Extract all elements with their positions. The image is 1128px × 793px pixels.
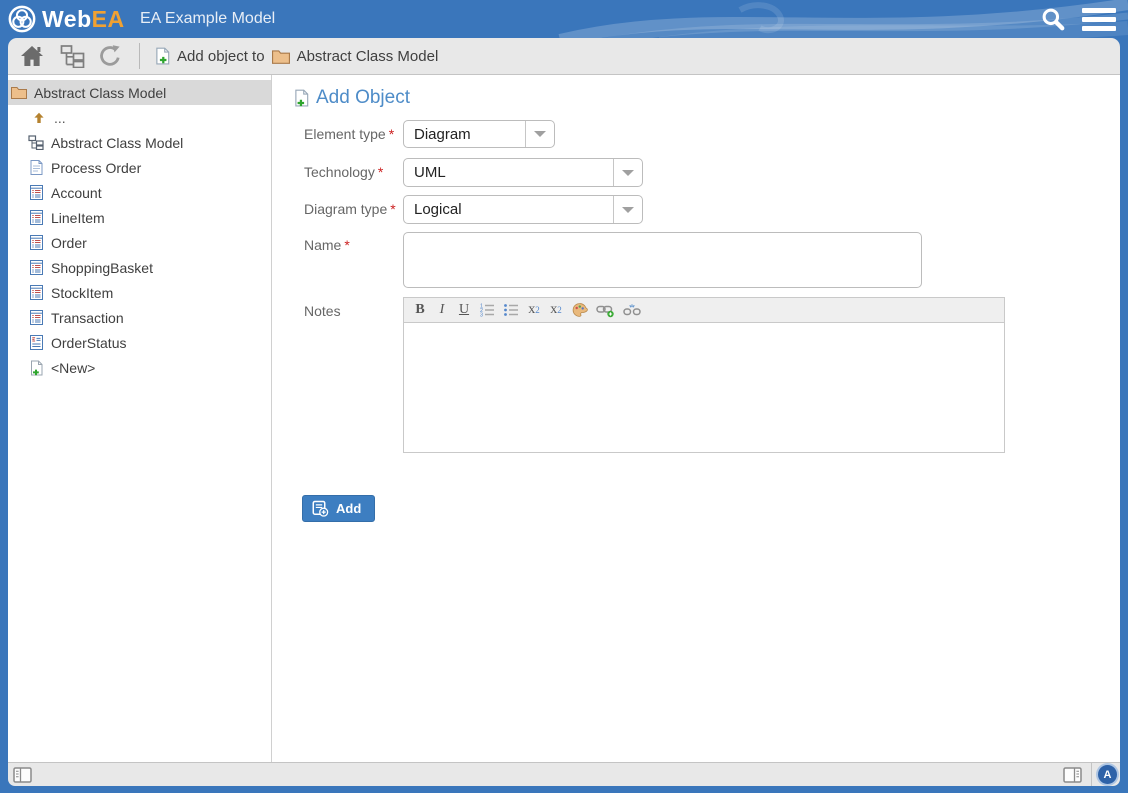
- diagram-type-label: Diagram type*: [304, 201, 400, 217]
- app-header: WebEA EA Example Model: [0, 0, 1128, 38]
- class-icon: [30, 310, 43, 325]
- hamburger-icon: [1082, 8, 1116, 13]
- tree-item-class[interactable]: StockItem: [8, 280, 271, 305]
- search-button[interactable]: [1038, 4, 1068, 34]
- new-object-icon: [30, 360, 43, 376]
- status-bar-right: A: [1054, 763, 1120, 786]
- ordered-list-button[interactable]: 1 2 3: [479, 300, 495, 320]
- link-add-icon: [596, 303, 615, 318]
- chevron-down-icon: [534, 131, 546, 137]
- class-icon: [30, 235, 43, 250]
- tree-item-parent[interactable]: ...: [8, 105, 271, 130]
- dropdown-arrow-button[interactable]: [613, 196, 642, 223]
- notes-field[interactable]: [403, 323, 1005, 453]
- notes-editor-toolbar: B I U 1 2 3: [403, 297, 1005, 323]
- dropdown-arrow-button[interactable]: [613, 159, 642, 186]
- hierarchy-icon: [60, 44, 85, 68]
- name-label: Name*: [304, 237, 400, 253]
- class-icon: [30, 185, 43, 200]
- name-field[interactable]: [403, 232, 922, 288]
- notes-editor: B I U 1 2 3: [403, 297, 1005, 453]
- svg-text:3: 3: [480, 313, 483, 317]
- color-button[interactable]: [571, 300, 588, 320]
- chevron-down-icon: [622, 170, 634, 176]
- bullet-list-button[interactable]: [503, 300, 519, 320]
- element-type-label: Element type*: [304, 126, 400, 142]
- tree-item-class[interactable]: Transaction: [8, 305, 271, 330]
- user-avatar[interactable]: A: [1098, 765, 1117, 784]
- breadcrumb-action: Add object to: [177, 48, 265, 65]
- sparx-logo-icon: [8, 5, 36, 33]
- new-object-icon: [294, 89, 309, 107]
- webea-logo[interactable]: WebEA: [8, 5, 125, 33]
- element-type-select[interactable]: Diagram: [403, 120, 555, 148]
- panel-left-icon: [13, 767, 32, 783]
- toggle-sidebar-button[interactable]: [13, 767, 32, 783]
- chevron-down-icon: [622, 207, 634, 213]
- technology-label: Technology*: [304, 164, 400, 180]
- status-bar-separator: [1091, 763, 1092, 786]
- panel-right-icon: [1063, 767, 1082, 783]
- browser-sidebar: Abstract Class Model ... Abstract Class …: [8, 75, 272, 762]
- tree-item-enumeration[interactable]: OrderStatus: [8, 330, 271, 355]
- breadcrumb: Add object to Abstract Class Model: [155, 47, 438, 65]
- superscript-button[interactable]: x2: [527, 300, 541, 320]
- breadcrumb-target: Abstract Class Model: [297, 48, 439, 65]
- notes-label: Notes: [304, 303, 400, 319]
- tree-item-class[interactable]: ShoppingBasket: [8, 255, 271, 280]
- underline-button[interactable]: U: [457, 300, 471, 320]
- activity-icon: [30, 160, 43, 175]
- new-object-icon: [155, 47, 170, 65]
- refresh-button[interactable]: [94, 41, 126, 71]
- toolbar: Add object to Abstract Class Model: [8, 38, 1120, 75]
- ordered-list-icon: 1 2 3: [479, 303, 495, 317]
- subscript-button[interactable]: x2: [549, 300, 563, 320]
- bullet-list-icon: [503, 303, 519, 317]
- link-remove-icon: [623, 303, 641, 318]
- class-icon: [30, 285, 43, 300]
- insert-link-button[interactable]: [596, 300, 615, 320]
- technology-value: UML: [404, 159, 613, 186]
- technology-select[interactable]: UML: [403, 158, 643, 187]
- class-icon: [30, 210, 43, 225]
- refresh-icon: [98, 44, 122, 68]
- tree-item-class[interactable]: LineItem: [8, 205, 271, 230]
- palette-icon: [571, 302, 588, 318]
- diagram-type-select[interactable]: Logical: [403, 195, 643, 224]
- tree-item-root[interactable]: Abstract Class Model: [8, 80, 271, 105]
- add-button-label: Add: [336, 501, 361, 516]
- folder-icon: [11, 86, 27, 99]
- tree-item-class[interactable]: Account: [8, 180, 271, 205]
- bold-button[interactable]: B: [413, 300, 427, 320]
- remove-link-button[interactable]: [623, 300, 641, 320]
- model-title: EA Example Model: [140, 0, 275, 38]
- tree-item-diagram[interactable]: Abstract Class Model: [8, 130, 271, 155]
- home-button[interactable]: [16, 41, 48, 71]
- browser-tree-button[interactable]: [56, 41, 88, 71]
- add-document-icon: [312, 500, 329, 517]
- home-icon: [20, 45, 44, 67]
- diagram-icon: [28, 135, 44, 150]
- italic-button[interactable]: I: [435, 300, 449, 320]
- dropdown-arrow-button[interactable]: [525, 121, 554, 147]
- hamburger-menu-button[interactable]: [1081, 4, 1117, 34]
- page-title: Add Object: [294, 87, 410, 109]
- toolbar-separator: [139, 43, 140, 69]
- diagram-type-value: Logical: [404, 196, 613, 223]
- toggle-properties-button[interactable]: [1054, 767, 1091, 783]
- enumeration-icon: [30, 335, 43, 350]
- content-panel: Abstract Class Model ... Abstract Class …: [8, 75, 1120, 762]
- status-bar: A: [8, 762, 1120, 786]
- class-icon: [30, 260, 43, 275]
- folder-icon: [272, 49, 290, 64]
- tree-item-new[interactable]: <New>: [8, 355, 271, 380]
- element-type-value: Diagram: [404, 121, 525, 147]
- tree-item-activity[interactable]: Process Order: [8, 155, 271, 180]
- add-button[interactable]: Add: [302, 495, 375, 522]
- tree-item-class[interactable]: Order: [8, 230, 271, 255]
- up-arrow-icon: [33, 112, 45, 124]
- search-icon: [1040, 6, 1066, 32]
- add-object-form: Add Object Element type* Diagram Technol…: [272, 75, 1120, 762]
- logo-text: WebEA: [42, 6, 125, 33]
